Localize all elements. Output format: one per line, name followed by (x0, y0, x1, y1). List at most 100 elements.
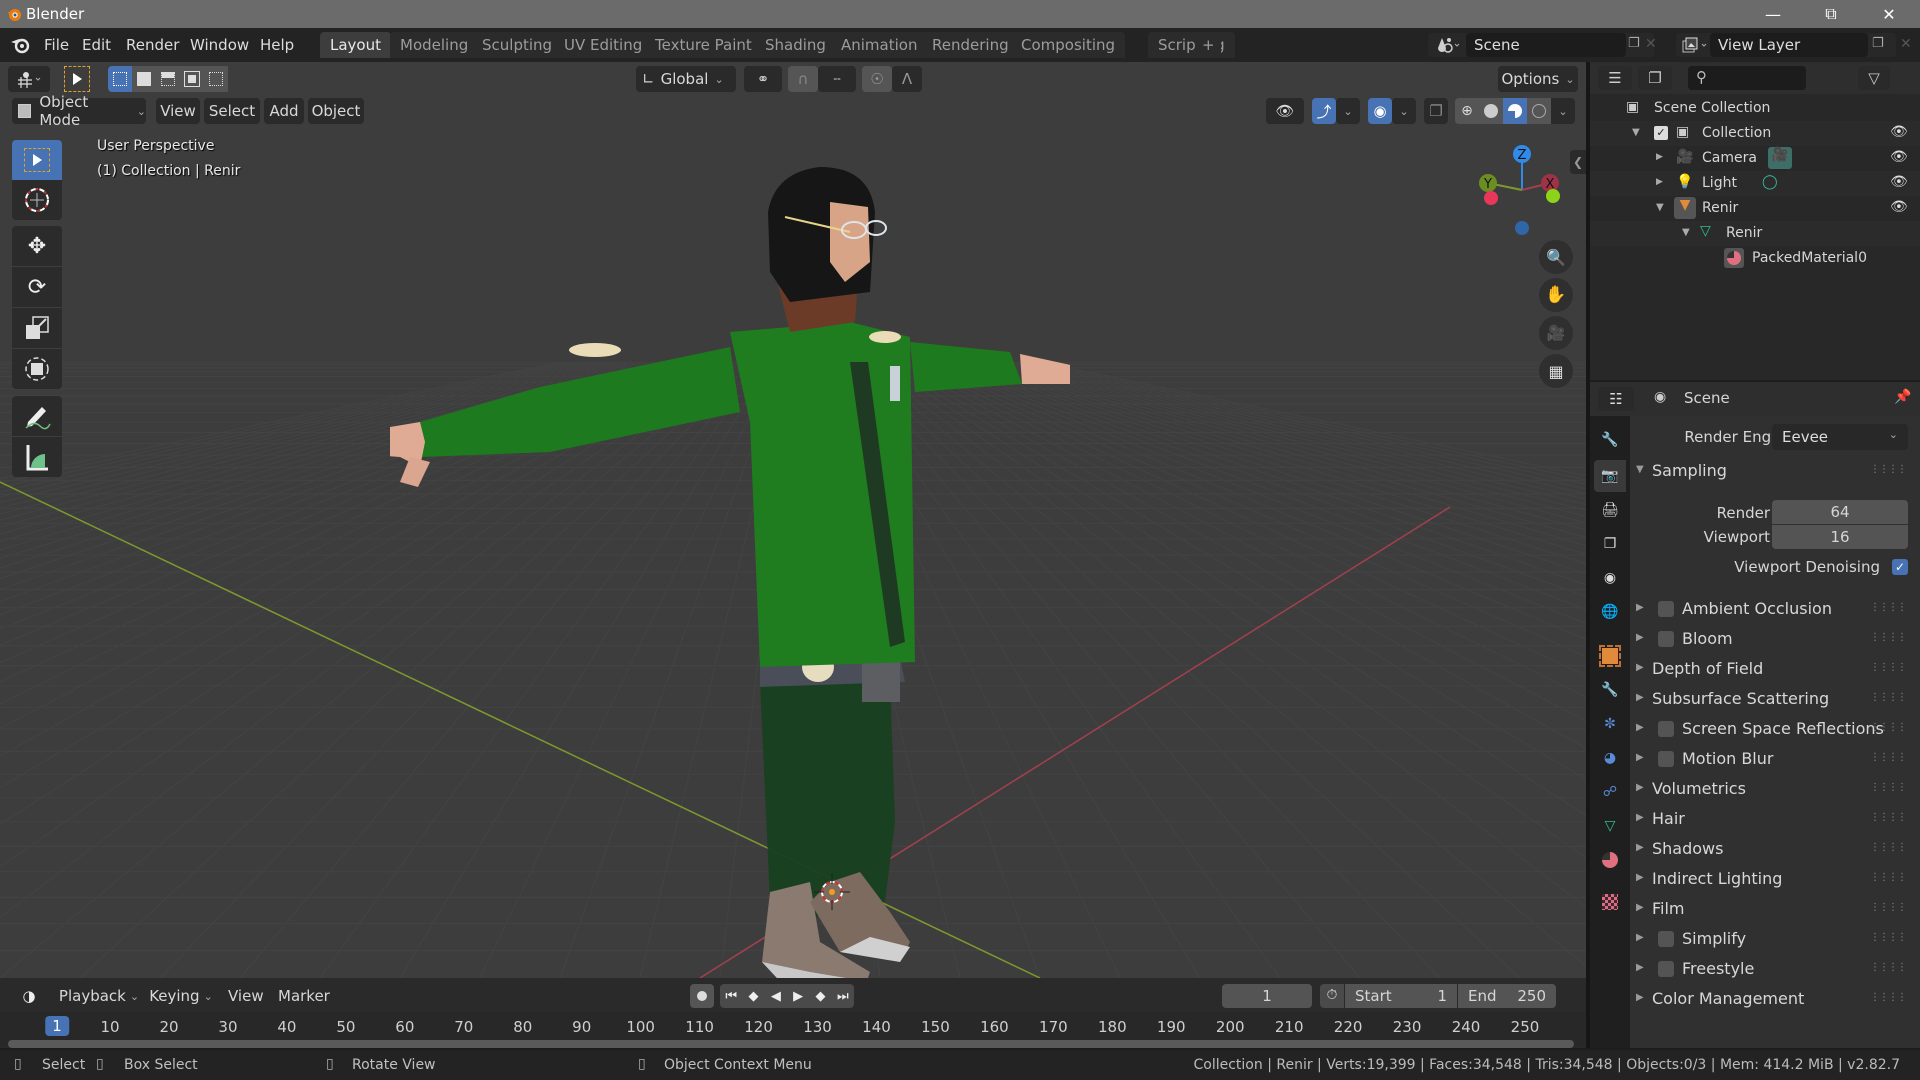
drag-handle-icon[interactable]: ⋮⋮⋮⋮ (1870, 872, 1907, 883)
drag-handle-icon[interactable]: ⋮⋮⋮⋮ (1870, 782, 1907, 793)
outliner-row-renir-mesh[interactable]: ▼ ▽ Renir (1590, 221, 1920, 246)
xray-toggle[interactable]: ❐ (1424, 98, 1448, 124)
eye-icon[interactable]: 👁 (1890, 199, 1908, 215)
tab-tool[interactable]: 🔧 (1594, 424, 1626, 456)
pin-icon[interactable]: 📌 (1894, 389, 1911, 405)
navigation-gizmo[interactable]: Z Y X (1470, 138, 1570, 238)
new-scene-icon[interactable]: ❐ (1628, 36, 1640, 51)
outliner-row-collection[interactable]: ▼ ✓ ▣ Collection 👁 (1590, 121, 1920, 146)
tab-material[interactable] (1594, 844, 1626, 876)
panel-color-management[interactable]: ▶ Color Management ⋮⋮⋮⋮ (1630, 984, 1908, 1014)
start-frame-field[interactable]: Start 1 (1345, 984, 1457, 1008)
panel-indirect-lighting[interactable]: ▶ Indirect Lighting ⋮⋮⋮⋮ (1630, 864, 1908, 894)
timeline-scrollbar[interactable] (8, 1040, 1574, 1048)
panel-shadows[interactable]: ▶ Shadows ⋮⋮⋮⋮ (1630, 834, 1908, 864)
workspace-tab-sculpting[interactable]: Sculpting (472, 32, 563, 58)
rendered-shading-button[interactable] (1527, 98, 1551, 124)
menu-help[interactable]: Help (252, 34, 302, 56)
panel-sampling[interactable]: ▼ Sampling ⋮⋮⋮⋮ (1630, 456, 1908, 486)
pan-view-button[interactable]: ✋ (1539, 278, 1573, 312)
solid-shading-button[interactable] (1479, 98, 1503, 124)
character-model[interactable] (390, 122, 1070, 978)
select-intersect-button[interactable] (204, 66, 228, 92)
workspace-tab-layout[interactable]: Layout (320, 32, 391, 58)
outliner-row-scene-collection[interactable]: ▣ Scene Collection (1590, 96, 1920, 121)
proportional-edit-toggle[interactable]: ☉ (862, 66, 892, 92)
tab-modifiers[interactable]: 🔧 (1594, 674, 1626, 706)
camera-view-button[interactable]: 🎥 (1539, 316, 1573, 350)
panel-enable-checkbox[interactable] (1658, 601, 1674, 617)
workspace-tab-texture-paint[interactable]: Texture Paint (645, 32, 762, 58)
current-frame-indicator[interactable]: 1 (45, 1016, 69, 1036)
playback-menu[interactable]: Playback ⌄ (56, 984, 142, 1008)
delete-view-layer-icon[interactable]: ✕ (1900, 36, 1912, 52)
outliner-row-renir-object[interactable]: ▼ ▼ Renir 👁 (1590, 196, 1920, 221)
outliner-search-input[interactable]: ⚲ (1688, 66, 1806, 90)
auto-keying-toggle[interactable] (690, 984, 714, 1008)
tool-measure[interactable] (12, 437, 62, 477)
panel-simplify[interactable]: ▶ Simplify ⋮⋮⋮⋮ (1630, 924, 1908, 954)
expand-arrow-icon[interactable]: ▼ (1682, 227, 1690, 238)
workspace-tab-compositing[interactable]: Compositing (1011, 32, 1126, 58)
panel-film[interactable]: ▶ Film ⋮⋮⋮⋮ (1630, 894, 1908, 924)
current-frame-field[interactable]: 1 (1222, 984, 1312, 1008)
area-divider[interactable] (1586, 62, 1590, 1048)
panel-enable-checkbox[interactable] (1658, 721, 1674, 737)
tab-object[interactable] (1594, 640, 1626, 672)
tab-constraints[interactable]: ☍ (1594, 776, 1626, 808)
tab-particles[interactable]: ✼ (1594, 708, 1626, 740)
tab-output[interactable]: 🖨 (1594, 494, 1626, 526)
panel-volumetrics[interactable]: ▶ Volumetrics ⋮⋮⋮⋮ (1630, 774, 1908, 804)
editor-type-button[interactable] (8, 66, 50, 92)
select-menu[interactable]: Select (204, 98, 260, 124)
select-tool-active-icon[interactable] (64, 66, 90, 92)
delete-scene-icon[interactable]: ✕ (1645, 36, 1657, 52)
panel-depth-of-field[interactable]: ▶ Depth of Field ⋮⋮⋮⋮ (1630, 654, 1908, 684)
expand-arrow-icon[interactable]: ▼ (1632, 127, 1640, 138)
maximize-button[interactable]: ⧉ (1802, 0, 1860, 28)
drag-handle-icon[interactable]: ⋮⋮⋮⋮ (1870, 962, 1907, 973)
eye-icon[interactable]: 👁 (1890, 124, 1908, 140)
material-preview-shading-button[interactable] (1503, 98, 1527, 124)
workspace-tab-animation[interactable]: Animation (831, 32, 928, 58)
select-extend-button[interactable] (132, 66, 156, 92)
new-view-layer-icon[interactable]: ❐ (1872, 36, 1884, 51)
object-menu[interactable]: Object (308, 98, 364, 124)
viewport-denoising-checkbox[interactable]: ✓ (1892, 559, 1908, 575)
gizmos-toggle[interactable]: ⤴ (1312, 98, 1336, 124)
keying-menu[interactable]: Keying ⌄ (144, 984, 218, 1008)
ortho-toggle-button[interactable]: ▦ (1539, 354, 1573, 388)
drag-handle-icon[interactable]: ⋮⋮⋮⋮ (1870, 464, 1907, 475)
properties-editor-type-button[interactable]: ☷ (1598, 387, 1634, 411)
panel-subsurface-scattering[interactable]: ▶ Subsurface Scattering ⋮⋮⋮⋮ (1630, 684, 1908, 714)
viewport-samples-field[interactable]: 16 (1772, 525, 1908, 549)
next-keyframe-button[interactable]: ◆ (809, 984, 831, 1008)
marker-menu[interactable]: Marker (278, 987, 330, 1005)
collection-exclude-checkbox[interactable]: ✓ (1654, 126, 1668, 140)
menu-window[interactable]: Window (182, 34, 257, 56)
select-subtract-button[interactable] (156, 66, 180, 92)
tab-view-layer[interactable]: ❐ (1594, 528, 1626, 560)
tool-select-box[interactable] (12, 140, 62, 180)
shading-dropdown[interactable]: ⌄ (1551, 98, 1575, 124)
tab-data[interactable]: ▽ (1594, 810, 1626, 842)
panel-motion-blur[interactable]: ▶ Motion Blur ⋮⋮⋮⋮ (1630, 744, 1908, 774)
scene-name-field[interactable]: Scene (1466, 33, 1626, 57)
expand-arrow-icon[interactable]: ▼ (1656, 202, 1664, 213)
tab-physics[interactable]: ◕ (1594, 742, 1626, 774)
render-engine-dropdown[interactable]: Eevee ⌄ (1772, 424, 1908, 450)
add-menu[interactable]: Add (264, 98, 304, 124)
drag-handle-icon[interactable]: ⋮⋮⋮⋮ (1870, 992, 1907, 1003)
panel-bloom[interactable]: ▶ Bloom ⋮⋮⋮⋮ (1630, 624, 1908, 654)
outliner-editor-type-button[interactable]: ☰ (1598, 66, 1632, 90)
play-button[interactable]: ▶ (787, 984, 809, 1008)
filter-dropdown[interactable]: ▽ (1858, 66, 1890, 90)
panel-screen-space-reflections[interactable]: ▶ Screen Space Reflections ⋮⋮⋮⋮ (1630, 714, 1908, 744)
drag-handle-icon[interactable]: ⋮⋮⋮⋮ (1870, 932, 1907, 943)
overlays-dropdown[interactable]: ⌄ (1392, 98, 1416, 124)
transform-orientation-dropdown[interactable]: ∟ Global ⌄ (636, 66, 736, 92)
close-button[interactable]: ✕ (1860, 0, 1918, 28)
drag-handle-icon[interactable]: ⋮⋮⋮⋮ (1870, 842, 1907, 853)
drag-handle-icon[interactable]: ⋮⋮⋮⋮ (1870, 602, 1907, 613)
panel-enable-checkbox[interactable] (1658, 931, 1674, 947)
